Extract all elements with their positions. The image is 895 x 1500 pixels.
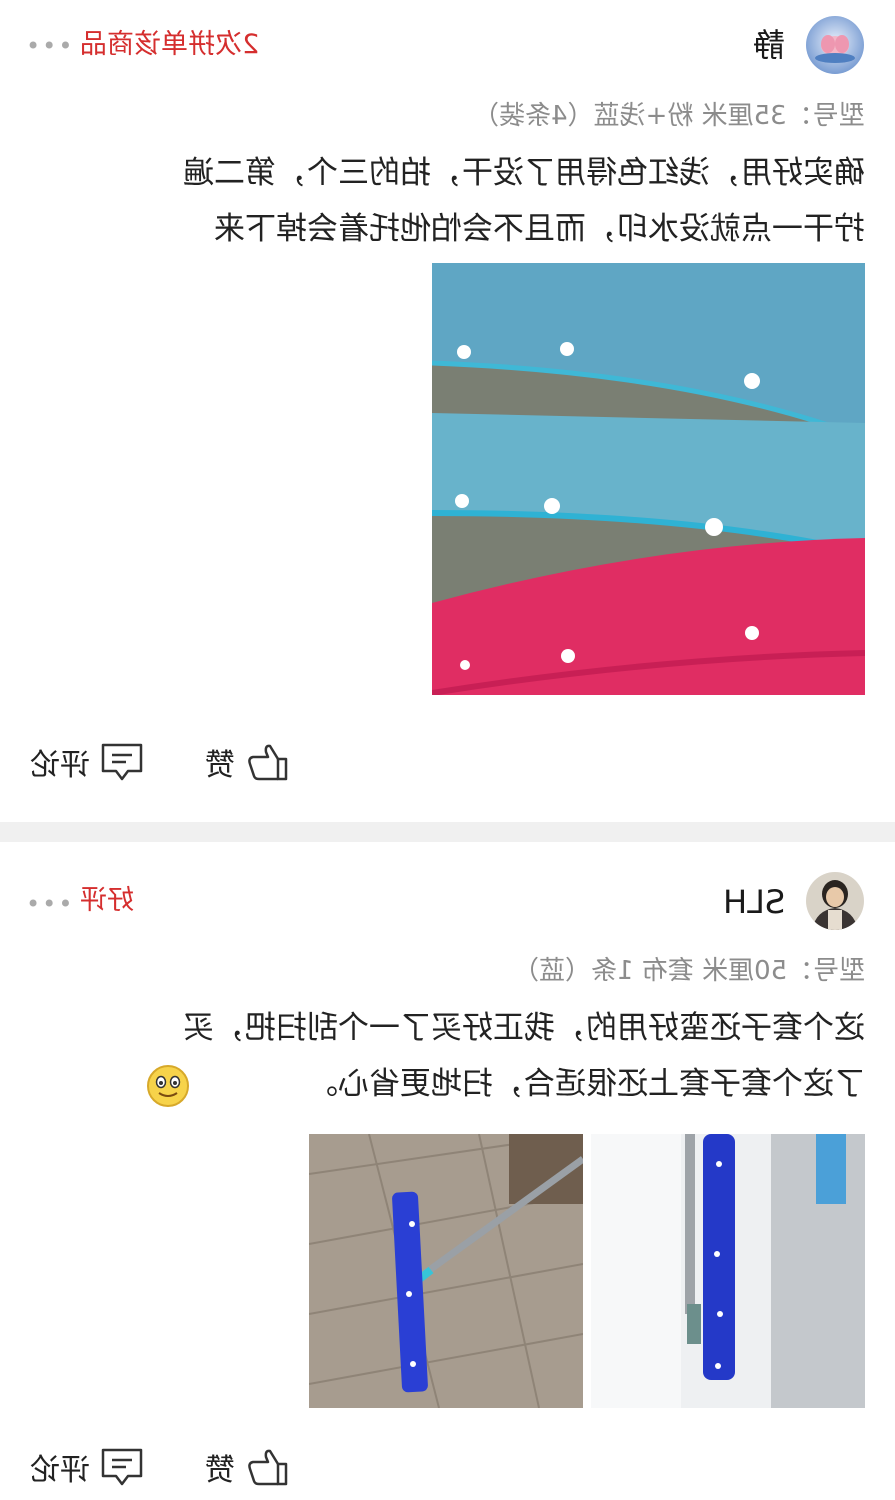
username[interactable]: SLH [723,882,785,922]
mop-standing-photo [591,1134,865,1408]
mop-on-floor-photo [309,1134,583,1408]
comment-label: 评论 [30,748,90,783]
thumbs-up-icon [248,744,288,781]
smiling-face-emoji [146,1064,190,1112]
review-photo[interactable] [432,263,865,695]
username[interactable]: 静 [753,25,785,65]
review-card: SLH 好评 ••• 型号：50厘米 套布 1条（蓝） 这个套子还蛮好用的，我正… [0,842,895,1500]
review-text: 确实好用，浅红色得用了没干，拍的三个，第二遍 拧干一点就没水印，而且不会怕他托着… [183,155,865,247]
comment-icon [101,1448,143,1486]
product-spec: 型号：35厘米 粉+浅蓝（4条装） [473,101,865,131]
like-button[interactable]: 赞 [205,1445,289,1489]
more-icon[interactable]: ••• [26,34,74,58]
user-avatar[interactable] [806,16,864,74]
like-button[interactable]: 赞 [205,740,289,784]
thumbs-up-icon [248,1449,288,1486]
like-label: 赞 [205,748,235,783]
towel-straps-photo [432,263,865,695]
review-photo[interactable] [591,1134,865,1408]
comment-button[interactable]: 评论 [30,1445,144,1489]
review-card: 静 2次拼单该商品 ••• 型号：35厘米 粉+浅蓝（4条装） 确实好用，浅红色… [0,0,895,822]
section-divider [0,822,895,842]
product-spec: 型号：50厘米 套布 1条（蓝） [512,956,865,986]
purchase-tag: 2次拼单该商品 [80,29,260,60]
comment-button[interactable]: 评论 [30,740,144,784]
more-icon[interactable]: ••• [26,892,74,916]
comment-label: 评论 [30,1453,90,1488]
user-avatar[interactable] [806,872,864,930]
comment-icon [101,743,143,781]
like-label: 赞 [205,1453,235,1488]
review-photo[interactable] [309,1134,583,1408]
rating-tag: 好评 [80,885,134,916]
